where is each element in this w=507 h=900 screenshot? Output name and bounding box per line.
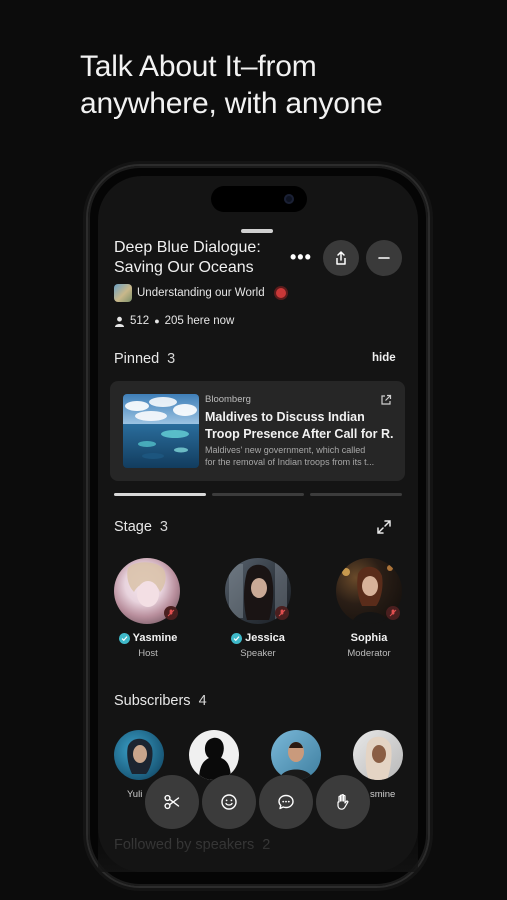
smiley-icon xyxy=(221,794,237,810)
subscriber-avatar[interactable] xyxy=(353,730,403,780)
room-stats: 512 ● 205 here now xyxy=(114,315,234,327)
speaker-role: Host xyxy=(138,648,158,659)
stage-label: Stage xyxy=(114,519,152,535)
person-icon xyxy=(115,316,124,327)
pinned-page-indicator xyxy=(310,493,402,496)
pinned-label: Pinned xyxy=(114,351,160,367)
here-now-count: 205 here now xyxy=(164,315,235,327)
mic-muted-icon xyxy=(164,606,178,620)
stage-count: 3 xyxy=(159,519,168,535)
speaker-name-text: Yasmine xyxy=(132,632,178,644)
pinned-page-indicator-active xyxy=(114,493,206,496)
community-thumbnail[interactable] xyxy=(114,284,132,302)
mic-muted-icon xyxy=(275,606,289,620)
speaker-info: Yasmine Host xyxy=(110,632,186,659)
subscribers-label: Subscribers xyxy=(114,693,191,709)
room-title: Deep Blue Dialogue: Saving Our Oceans xyxy=(114,238,299,278)
chat-bubble-icon xyxy=(278,794,294,810)
share-button[interactable] xyxy=(323,240,359,276)
share-icon xyxy=(336,251,346,265)
news-desc-line-2: for the removal of Indian troops from it… xyxy=(205,456,375,467)
followed-header: Followed by speakers 2 xyxy=(114,837,270,853)
speaker-name: Jessica xyxy=(231,632,285,644)
subscriber-avatar[interactable] xyxy=(114,730,164,780)
speaker-name: Sophia xyxy=(351,632,388,644)
headline-line-1: Talk About It–from xyxy=(80,50,317,83)
community-name[interactable]: Understanding our World xyxy=(137,287,265,299)
verified-icon xyxy=(231,632,243,644)
speaker-role: Speaker xyxy=(240,648,276,659)
camera-icon xyxy=(284,194,294,204)
chat-button[interactable] xyxy=(259,775,313,829)
pinned-count: 3 xyxy=(167,351,176,367)
expand-icon[interactable] xyxy=(376,519,392,535)
more-dots-icon[interactable]: ••• xyxy=(290,247,312,268)
news-description: Maldives' new government, which called f… xyxy=(205,445,393,468)
speaker-info: Jessica Speaker xyxy=(220,632,296,659)
subscriber-name: Yuli xyxy=(127,789,143,800)
room-title-line-1: Deep Blue Dialogue: xyxy=(114,239,261,256)
subscribers-count: 4 xyxy=(198,693,207,709)
news-title[interactable]: Maldives to Discuss Indian Troop Presenc… xyxy=(205,409,393,443)
external-link-icon[interactable] xyxy=(380,394,392,406)
news-title-line-2: Troop Presence After Call for R... xyxy=(205,427,393,441)
news-thumbnail xyxy=(123,394,199,468)
reaction-button[interactable] xyxy=(202,775,256,829)
stage-header: Stage 3 xyxy=(114,519,168,535)
pinned-page-indicator xyxy=(212,493,304,496)
speaker-name-text: Sophia xyxy=(350,632,388,644)
mic-muted-icon xyxy=(386,606,400,620)
pinned-header: Pinned 3 xyxy=(114,351,175,367)
raise-hand-button[interactable] xyxy=(316,775,370,829)
followed-count: 2 xyxy=(262,837,271,853)
subscribers-header: Subscribers 4 xyxy=(114,693,207,709)
room-title-line-2: Saving Our Oceans xyxy=(114,259,254,276)
scissors-icon xyxy=(164,794,180,810)
live-indicator-icon xyxy=(276,288,286,298)
hide-pinned-button[interactable]: hide xyxy=(372,352,396,364)
news-desc-line-1: Maldives' new government, which called xyxy=(205,445,366,455)
sheet-drag-handle[interactable] xyxy=(241,229,273,233)
speaker-name: Yasmine xyxy=(118,632,178,644)
subscriber-avatar[interactable] xyxy=(189,730,239,780)
separator-dot: ● xyxy=(154,316,160,326)
news-title-line-1: Maldives to Discuss Indian xyxy=(205,410,365,424)
headline-line-2: anywhere, with anyone xyxy=(80,87,383,120)
speaker-name-text: Jessica xyxy=(245,632,285,644)
minimize-button[interactable] xyxy=(366,240,402,276)
followed-label: Followed by speakers xyxy=(114,837,255,853)
subscriber-avatar[interactable] xyxy=(271,730,321,780)
raise-hand-icon xyxy=(337,794,349,810)
minus-icon xyxy=(378,257,390,259)
speaker-info: Sophia Moderator xyxy=(331,632,407,659)
verified-icon xyxy=(118,632,130,644)
speaker-role: Moderator xyxy=(347,648,391,659)
subscriber-name: smine xyxy=(370,789,396,800)
news-source: Bloomberg xyxy=(205,394,251,405)
subscriber-count: 512 xyxy=(130,315,150,327)
clip-button[interactable] xyxy=(145,775,199,829)
promo-headline: Talk About It–from anywhere, with anyone xyxy=(80,48,480,122)
